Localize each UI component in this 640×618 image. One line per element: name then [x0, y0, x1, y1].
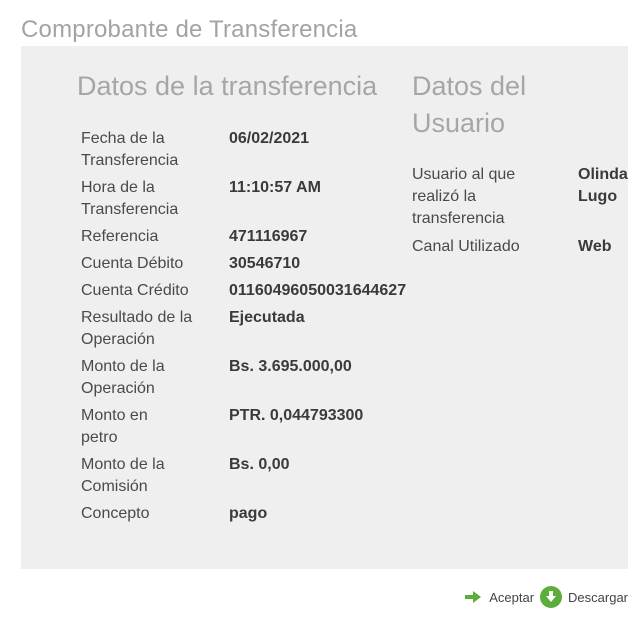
row-value: 30546710	[229, 255, 301, 272]
row-value: PTR. 0,044793300	[229, 407, 364, 424]
row-value: 471116967	[229, 228, 308, 245]
row-label: Monto de la Operación	[81, 358, 165, 397]
row-label: Canal Utilizado	[412, 238, 520, 255]
page-title: Comprobante de Transferencia	[21, 16, 358, 43]
row-label: Fecha de la Transferencia	[81, 130, 179, 169]
row-value: Bs. 0,00	[229, 456, 290, 473]
accept-label: Aceptar	[489, 589, 535, 605]
row-value: Web	[578, 238, 612, 255]
row-value: 06/02/2021	[229, 130, 310, 147]
transfer-section-title: Datos de la transferencia	[77, 71, 378, 101]
row-value: Bs. 3.695.000,00	[229, 358, 352, 375]
row-label: Cuenta Débito	[81, 255, 184, 272]
row-label: Monto en petro	[81, 407, 148, 446]
row-value: 01160496050031644627	[229, 282, 407, 299]
row-value: Ejecutada	[229, 309, 305, 326]
download-label: Descargar	[568, 589, 628, 605]
row-label: Resultado de la Operación	[81, 309, 193, 348]
row-label: Cuenta Crédito	[81, 282, 189, 299]
row-value: 11:10:57 AM	[229, 179, 321, 196]
row-label: Hora de la Transferencia	[81, 179, 179, 218]
download-icon	[540, 586, 563, 608]
row-label: Concepto	[81, 505, 150, 522]
row-value: Olinda Lugo	[578, 166, 628, 205]
action-bar: Aceptar Descargar	[464, 585, 628, 609]
row-value: pago	[229, 505, 268, 522]
user-section-title: Datos del Usuario	[412, 71, 527, 138]
row-label: Usuario al que realizó la transferencia	[412, 166, 516, 227]
accept-button[interactable]: Aceptar	[464, 590, 534, 605]
row-label: Monto de la Comisión	[81, 456, 165, 495]
row-label: Referencia	[81, 228, 159, 245]
download-button[interactable]: Descargar	[540, 586, 628, 608]
receipt-panel: Datos de la transferencia Datos del Usua…	[21, 46, 628, 569]
arrow-right-icon	[464, 590, 482, 604]
